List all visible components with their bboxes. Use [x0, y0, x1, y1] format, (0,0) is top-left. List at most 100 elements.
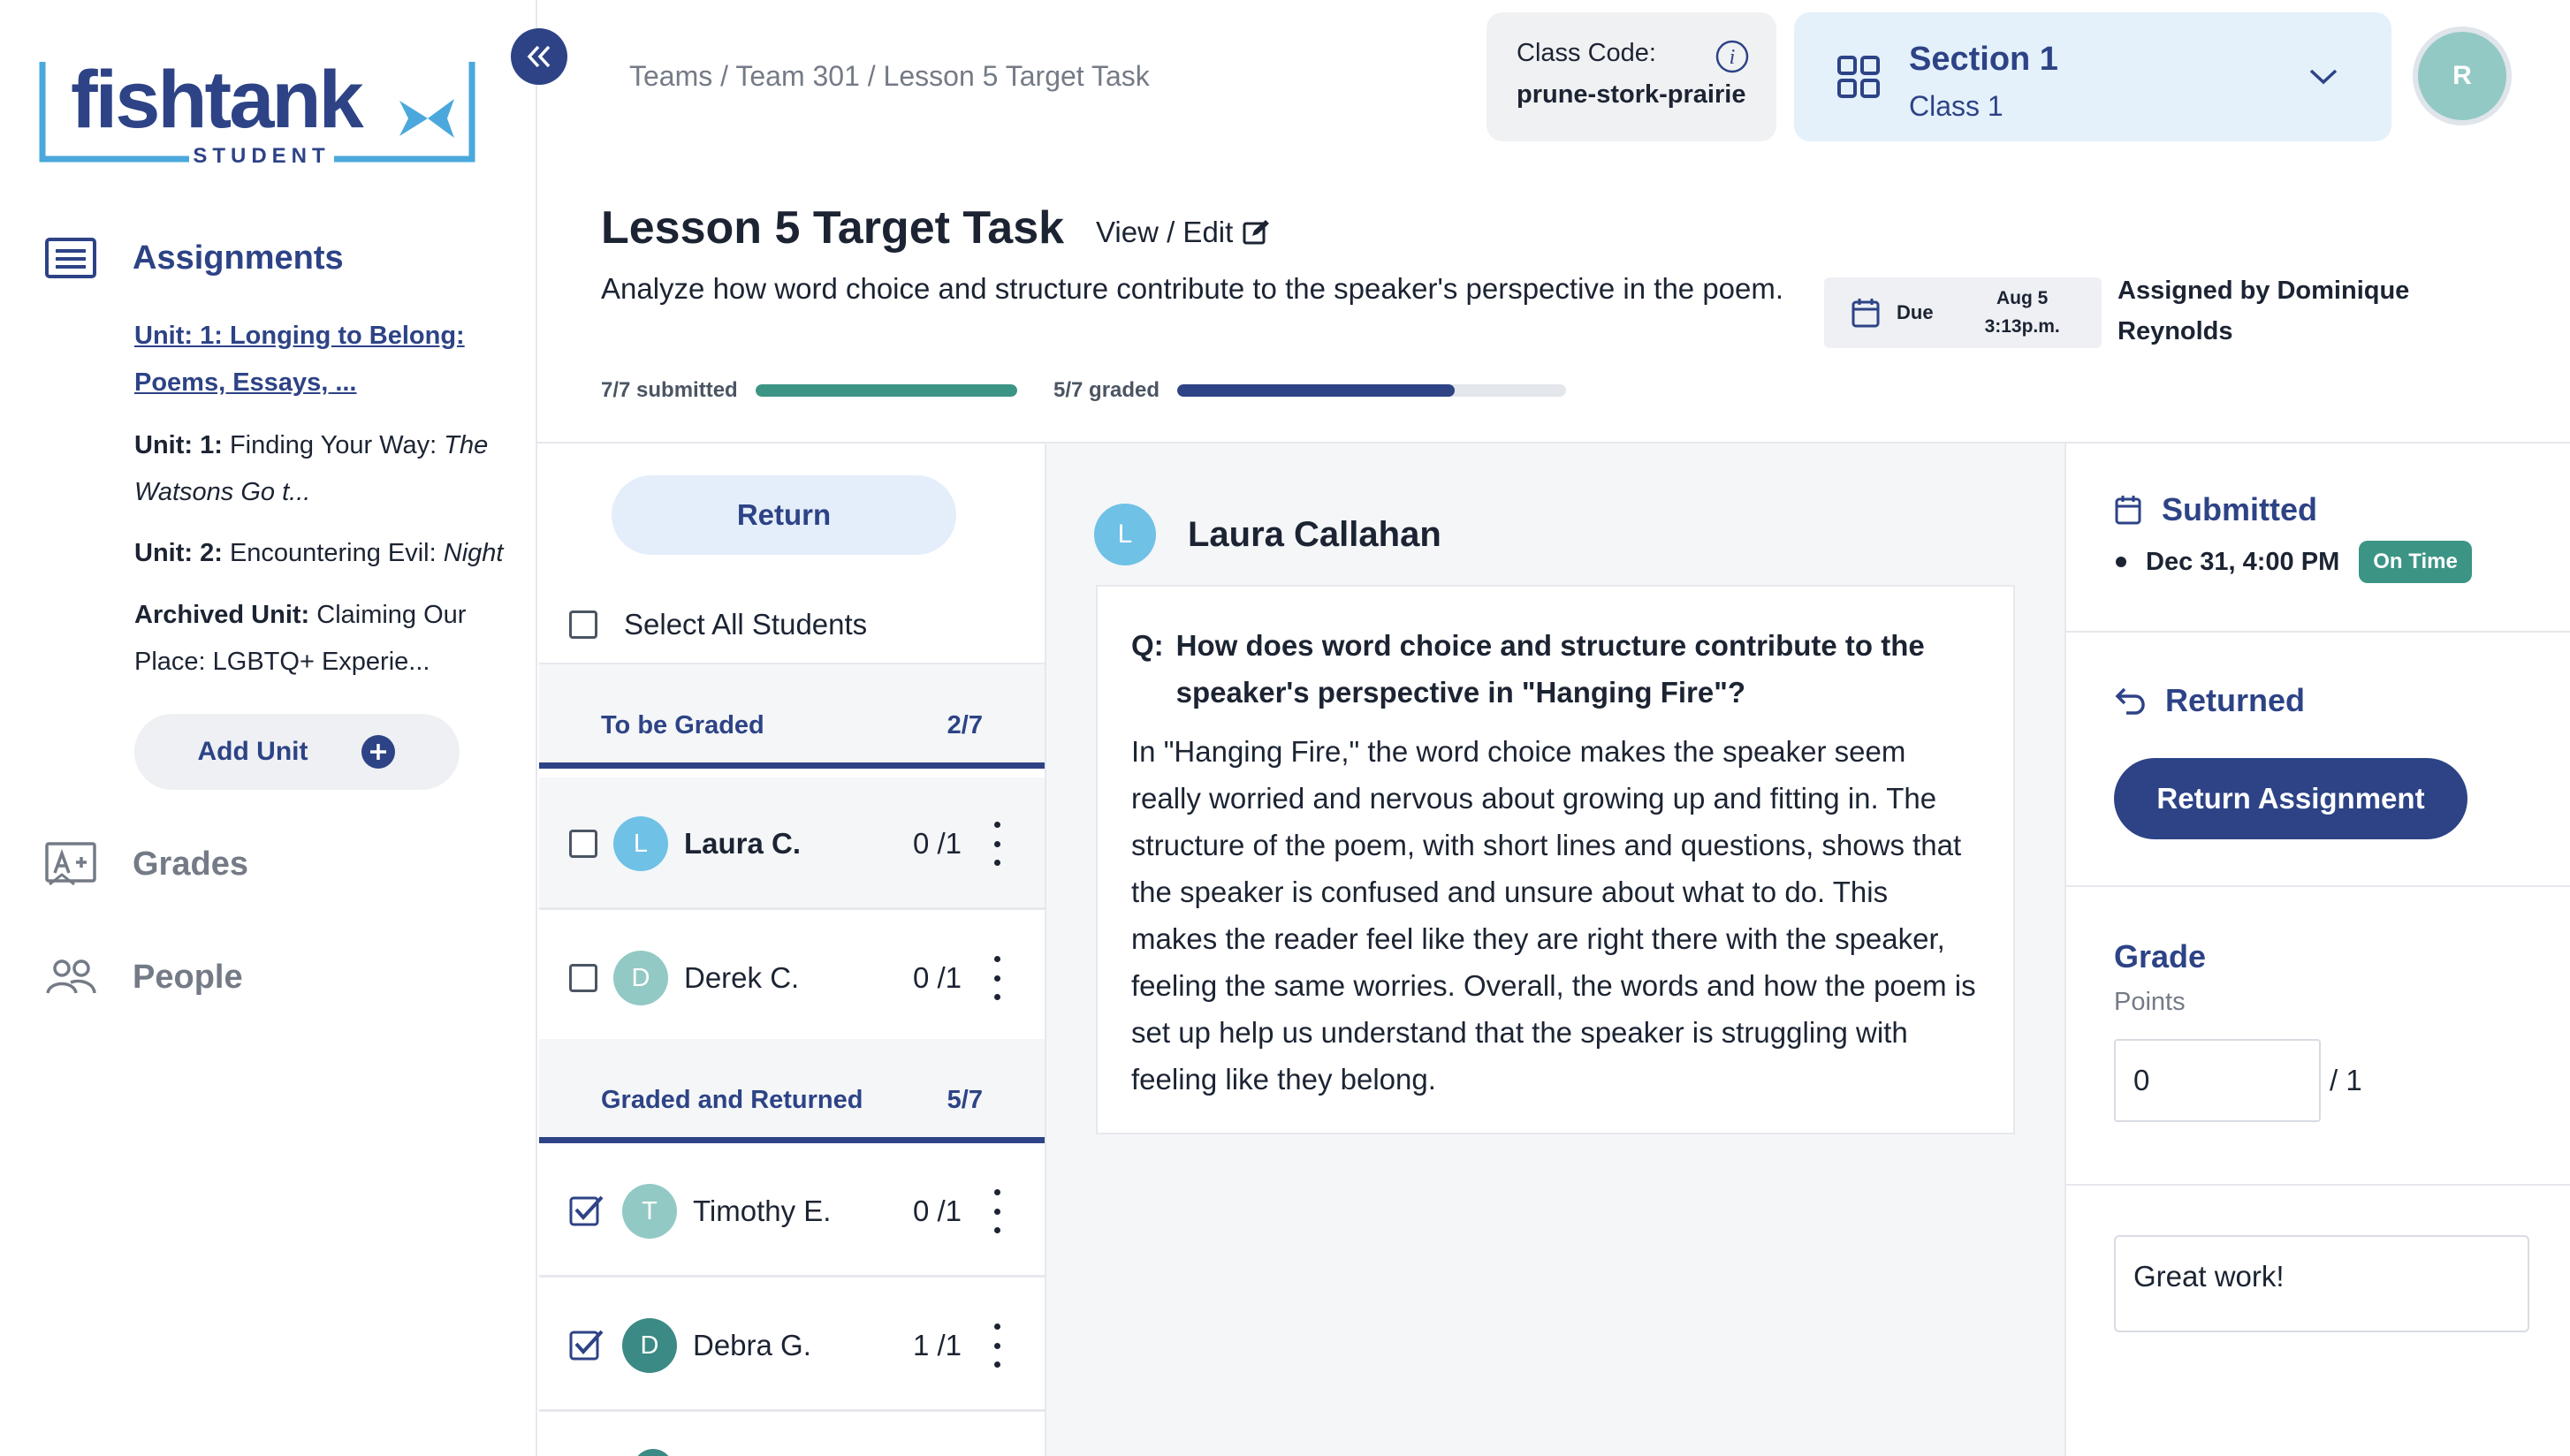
- unit-prefix: Unit: 2:: [134, 539, 223, 567]
- edit-icon: [1243, 220, 1270, 245]
- breadcrumb-teams[interactable]: Teams: [629, 60, 712, 92]
- fishtank-logo[interactable]: fishtank STUDENT: [39, 55, 475, 171]
- group-count: 5/7: [947, 1086, 983, 1114]
- student-checkbox[interactable]: [569, 964, 597, 992]
- nav-people[interactable]: People: [44, 956, 243, 998]
- more-options-icon[interactable]: [988, 956, 1006, 1000]
- view-edit-link[interactable]: View / Edit: [1096, 216, 1270, 249]
- group-graded-and-returned[interactable]: Graded and Returned 5/7: [539, 1039, 1045, 1143]
- student-score: 1 /1: [912, 1329, 962, 1361]
- plus-circle-icon: [361, 735, 396, 769]
- submitted-section: Submitted: [2114, 491, 2317, 528]
- student-row[interactable]: D Derek C. 0 /1: [539, 912, 1045, 1044]
- class-code-value: prune-stork-prairie: [1517, 80, 1746, 109]
- return-button[interactable]: Return: [612, 475, 956, 555]
- student-row[interactable]: T Timothy E. 0 /1: [539, 1145, 1045, 1278]
- section-subtitle: Class 1: [1909, 90, 2004, 122]
- student-name: Timothy E.: [693, 1194, 832, 1227]
- more-options-icon[interactable]: [988, 1323, 1006, 1368]
- grade-points-input[interactable]: [2114, 1039, 2321, 1122]
- response-student-name: Laura Callahan: [1188, 514, 1441, 554]
- question-text: How does word choice and structure contr…: [1175, 629, 1925, 709]
- nav-people-label: People: [133, 958, 243, 996]
- checked-checkbox-icon[interactable]: [569, 1329, 604, 1361]
- checked-checkbox-icon[interactable]: [569, 1194, 604, 1226]
- unit-prefix: Unit: 1:: [134, 322, 223, 350]
- svg-text:STUDENT: STUDENT: [193, 144, 330, 164]
- unit-prefix: Archived Unit:: [134, 601, 310, 629]
- breadcrumb-separator: /: [712, 60, 736, 92]
- calendar-icon: [2115, 496, 2141, 525]
- chevron-down-icon: [2309, 69, 2338, 85]
- unit-item-3[interactable]: Unit: 2: Encountering Evil: Night: [134, 530, 523, 577]
- graded-label: 5/7 graded: [1053, 378, 1160, 402]
- submitted-label: 7/7 submitted: [601, 378, 738, 402]
- due-time: 3:13p.m.: [1984, 316, 2060, 337]
- due-datetime: Aug 5 3:13p.m.: [1985, 284, 2060, 341]
- unit-title: Encountering Evil:: [229, 539, 437, 567]
- add-unit-button[interactable]: Add Unit: [134, 714, 460, 790]
- response-student-avatar: L: [1094, 504, 1156, 565]
- divider: [2066, 631, 2570, 633]
- info-icon[interactable]: i: [1715, 39, 1750, 74]
- calendar-icon: [1851, 299, 1880, 328]
- nav-assignments[interactable]: Assignments: [44, 237, 344, 279]
- student-score: 0 /1: [912, 961, 962, 994]
- due-date: Aug 5: [1996, 288, 2049, 308]
- unit-item-1[interactable]: Unit: 1: Longing to Belong: Poems, Essay…: [134, 313, 523, 406]
- class-code-box: Class Code: prune-stork-prairie i: [1486, 12, 1776, 141]
- bullet: [2116, 557, 2126, 567]
- question-prefix: Q:: [1131, 629, 1164, 662]
- nav-assignments-label: Assignments: [133, 239, 344, 277]
- page-title: Lesson 5 Target Task: [601, 202, 1065, 254]
- select-all-checkbox[interactable]: [569, 610, 597, 639]
- unit-item-2[interactable]: Unit: 1: Finding Your Way: The Watsons G…: [134, 422, 523, 516]
- unit-title: Finding Your Way:: [229, 431, 437, 459]
- group-underline: [539, 1137, 1045, 1143]
- grid-icon: [1837, 56, 1880, 98]
- breadcrumb-team[interactable]: Team 301: [735, 60, 860, 92]
- submitted-date: Dec 31, 4:00 PM: [2146, 547, 2340, 576]
- return-assignment-button[interactable]: Return Assignment: [2114, 758, 2467, 839]
- question: Q: How does word choice and structure co…: [1131, 622, 1981, 716]
- returned-section: Returned: [2114, 682, 2305, 719]
- student-name: Debra G.: [693, 1329, 811, 1361]
- breadcrumb-current: Lesson 5 Target Task: [883, 60, 1150, 92]
- response-student-header: L Laura Callahan: [1094, 504, 1441, 565]
- group-count: 2/7: [947, 711, 983, 739]
- svg-text:i: i: [1730, 46, 1736, 69]
- answer-text: In "Hanging Fire," the word choice makes…: [1131, 735, 1976, 1096]
- list-icon: [45, 238, 96, 278]
- student-avatar: T: [622, 1184, 677, 1239]
- group-to-be-graded[interactable]: To be Graded 2/7: [539, 664, 1045, 769]
- feedback-textarea[interactable]: Great work!: [2114, 1235, 2529, 1332]
- submitted-bar: [755, 384, 1017, 397]
- student-row[interactable]: L Laura C. 0 /1: [539, 777, 1045, 910]
- select-all-row[interactable]: Select All Students: [569, 608, 867, 641]
- student-avatar: L: [613, 816, 668, 871]
- student-checkbox[interactable]: [569, 830, 597, 858]
- task-description: Analyze how word choice and structure co…: [601, 272, 1784, 305]
- points-label: Points: [2114, 988, 2186, 1016]
- more-options-icon[interactable]: [988, 1189, 1006, 1233]
- submitted-progress: 7/7 submitted: [601, 378, 1017, 403]
- more-options-icon[interactable]: [988, 822, 1006, 866]
- group-underline: [539, 762, 1045, 769]
- section-selector[interactable]: Section 1 Class 1: [1794, 12, 2391, 141]
- unit-title-italic: Night: [443, 539, 504, 567]
- user-avatar[interactable]: R: [2413, 27, 2512, 125]
- on-time-badge: On Time: [2359, 541, 2472, 583]
- graded-bar: [1177, 384, 1567, 397]
- student-name: Derek C.: [684, 961, 800, 994]
- nav-grades[interactable]: Grades: [44, 841, 248, 887]
- due-date-box: Due Aug 5 3:13p.m.: [1824, 277, 2102, 348]
- student-avatar-partial: [633, 1449, 673, 1456]
- sidebar: fishtank STUDENT Assignments Unit: 1: Lo…: [0, 0, 537, 1456]
- student-avatar: D: [622, 1318, 677, 1373]
- unit-item-4[interactable]: Archived Unit: Claiming Our Place: LGBTQ…: [134, 592, 523, 686]
- student-row[interactable]: D Debra G. 1 /1: [539, 1279, 1045, 1412]
- collapse-sidebar-button[interactable]: [511, 28, 567, 85]
- submitted-title: Submitted: [2162, 491, 2317, 527]
- assigned-by: Assigned by Dominique Reynolds: [2118, 277, 2410, 345]
- view-edit-label: View / Edit: [1096, 216, 1234, 248]
